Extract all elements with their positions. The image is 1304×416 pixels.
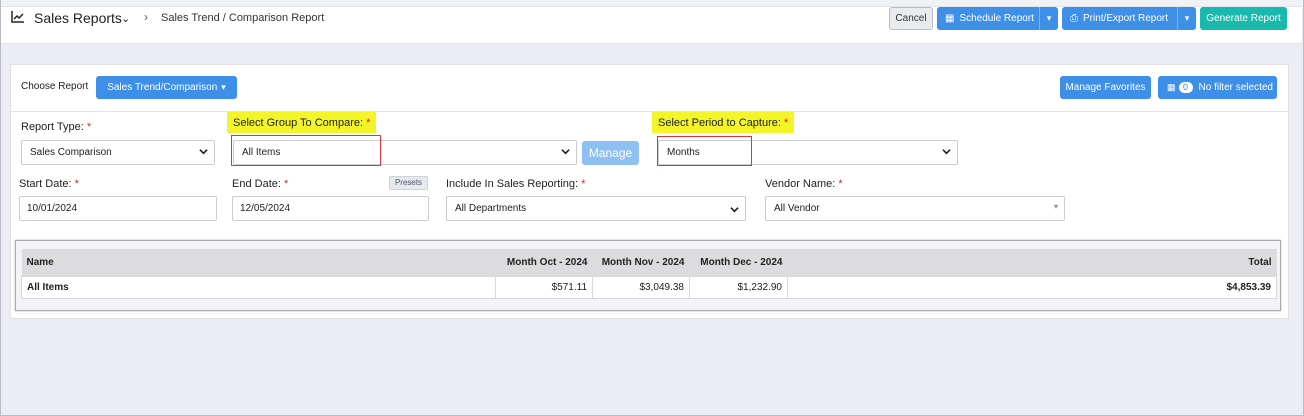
schedule-label: Schedule Report: [959, 13, 1034, 24]
required-mark: *: [283, 178, 289, 190]
results-table: Name Month Oct - 2024 Month Nov - 2024 M…: [21, 249, 1277, 299]
required-mark: *: [74, 178, 79, 190]
group-label: Select Group To Compare: *: [227, 112, 377, 133]
choose-report-value: Sales Trend/Comparison: [107, 82, 218, 93]
page-title: Sales Reports: [34, 10, 122, 26]
chevron-down-icon: [199, 149, 208, 155]
chevron-down-icon[interactable]: ▾: [1039, 7, 1058, 30]
manage-label: Manage: [588, 146, 633, 160]
include-label: Include In Sales Reporting: *: [446, 178, 585, 190]
cancel-label: Cancel: [895, 13, 927, 24]
table-cell: All Items: [21, 275, 496, 299]
column-header[interactable]: Month Oct - 2024: [495, 249, 593, 276]
start-date-input[interactable]: 10/01/2024: [19, 196, 217, 221]
required-mark: *: [838, 178, 843, 190]
end-date-input[interactable]: 12/05/2024: [232, 196, 429, 221]
filter-label: No filter selected: [1198, 82, 1273, 93]
breadcrumb: Sales Trend / Comparison Report: [161, 12, 325, 24]
report-type-select[interactable]: Sales Comparison: [21, 140, 215, 165]
table-cell: $4,853.39: [787, 275, 1277, 299]
manage-favorites-label: Manage Favorites: [1065, 82, 1146, 93]
required-mark: *: [783, 117, 789, 129]
chevron-down-icon[interactable]: ⌄: [121, 12, 130, 25]
period-label-text: Select Period to Capture:: [658, 117, 781, 129]
chevron-down-icon: [942, 149, 951, 155]
group-label-text: Select Group To Compare:: [233, 117, 364, 129]
filter-button[interactable]: ▦ 0 No filter selected: [1158, 76, 1277, 99]
grid-icon: ▦: [1167, 82, 1176, 92]
start-date-label: Start Date: *: [19, 178, 79, 190]
end-date-label: End Date: *: [232, 178, 288, 190]
table-cell: $3,049.38: [592, 275, 690, 299]
report-type-label-text: Report Type:: [21, 121, 84, 133]
column-header[interactable]: Total: [787, 249, 1277, 276]
vendor-value: All Vendor: [774, 203, 820, 214]
table-header-row: Name Month Oct - 2024 Month Nov - 2024 M…: [21, 249, 1277, 276]
cancel-button[interactable]: Cancel: [889, 7, 933, 30]
period-label: Select Period to Capture: *: [652, 112, 795, 133]
print-label: Print/Export Report: [1083, 13, 1169, 24]
required-mark: *: [86, 121, 92, 133]
column-header[interactable]: Month Dec - 2024: [689, 249, 788, 276]
required-mark: *: [366, 117, 371, 129]
table-row: All Items $571.11 $3,049.38 $1,232.90 $4…: [21, 275, 1277, 299]
caret-down-icon: ▾: [1053, 202, 1058, 211]
table-cell: $571.11: [495, 275, 593, 299]
report-type-value: Sales Comparison: [30, 147, 112, 158]
schedule-report-button[interactable]: ▦ Schedule Report ▾: [937, 7, 1058, 30]
report-type-label: Report Type: *: [21, 121, 91, 133]
end-date-label-text: End Date:: [232, 178, 281, 190]
vendor-label-text: Vendor Name:: [765, 178, 836, 190]
manage-favorites-button[interactable]: Manage Favorites: [1060, 76, 1151, 99]
chevron-right-icon: ›: [144, 10, 148, 24]
print-export-button[interactable]: ⎙ Print/Export Report ▾: [1062, 7, 1196, 30]
include-select[interactable]: All Departments: [446, 196, 746, 221]
choose-report-label: Choose Report: [21, 81, 89, 92]
required-mark: *: [581, 178, 586, 190]
choose-report-dropdown[interactable]: Sales Trend/Comparison ▾: [96, 76, 237, 99]
highlight-box: [231, 135, 381, 166]
column-header[interactable]: Month Nov - 2024: [592, 249, 690, 276]
start-date-value: 10/01/2024: [27, 203, 78, 214]
calendar-icon: ▦: [945, 13, 955, 24]
include-label-text: Include In Sales Reporting:: [446, 178, 579, 190]
filter-count-badge: 0: [1178, 82, 1193, 93]
chevron-down-icon: ▾: [221, 82, 226, 92]
table-cell: $1,232.90: [689, 275, 788, 299]
generate-label: Generate Report: [1206, 13, 1281, 24]
start-date-label-text: Start Date:: [19, 178, 72, 190]
vendor-select[interactable]: All Vendor ▾: [765, 196, 1065, 221]
divider: [11, 111, 1288, 112]
chevron-down-icon[interactable]: ▾: [1177, 7, 1196, 30]
include-value: All Departments: [455, 203, 527, 214]
chevron-down-icon: [561, 149, 570, 155]
chevron-down-icon: [730, 207, 739, 213]
line-chart-icon: [11, 11, 24, 23]
column-header[interactable]: Name: [21, 249, 496, 276]
vendor-label: Vendor Name: *: [765, 178, 843, 190]
manage-button[interactable]: Manage: [582, 141, 639, 165]
end-date-value: 12/05/2024: [240, 203, 291, 214]
presets-button[interactable]: Presets: [389, 176, 428, 190]
printer-icon: ⎙: [1070, 13, 1078, 24]
highlight-box: [657, 136, 752, 166]
generate-report-button[interactable]: Generate Report: [1200, 7, 1287, 30]
